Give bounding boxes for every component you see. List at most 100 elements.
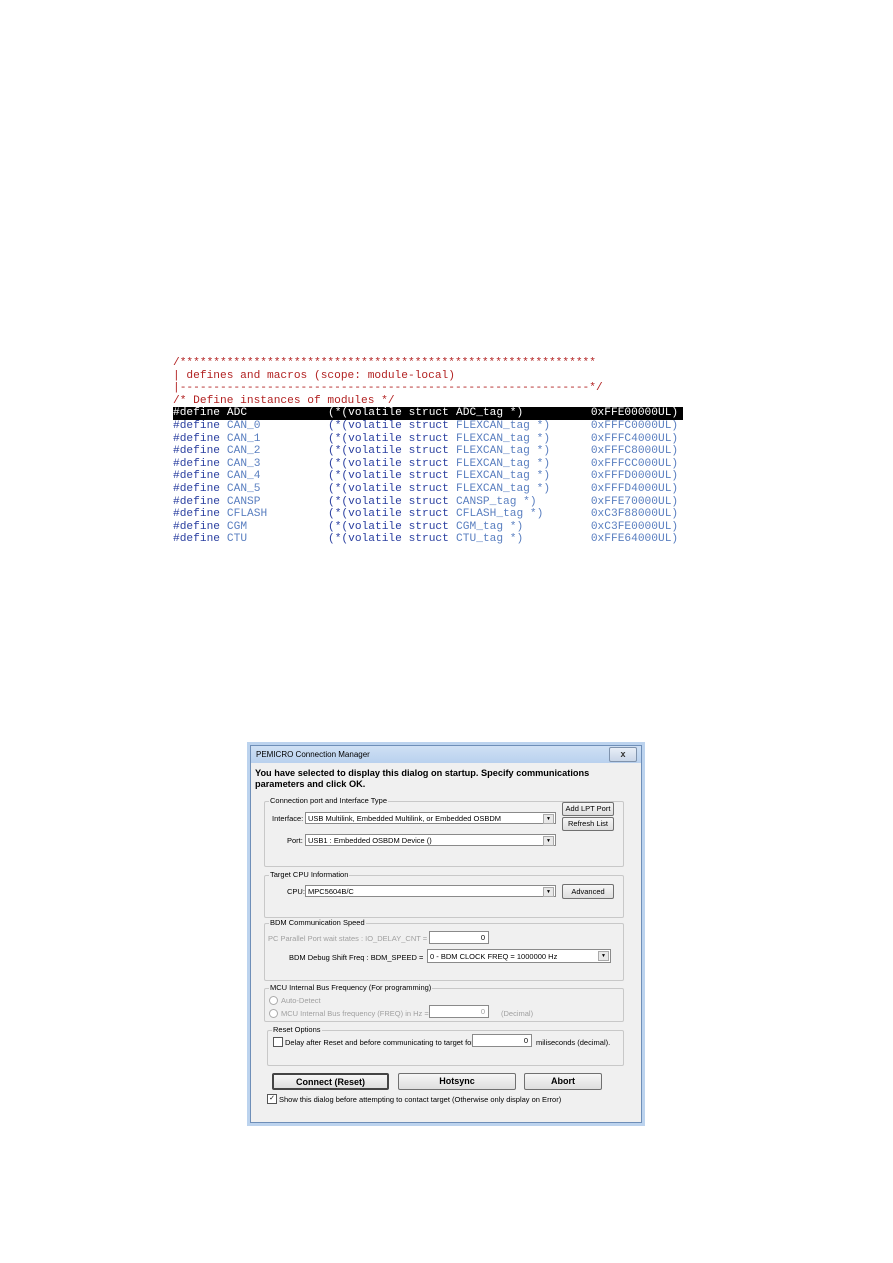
define-name: CAN_2 [226, 445, 261, 458]
define-name: CAN_1 [226, 432, 261, 445]
define-addr: 0xC3F88000UL) [590, 508, 679, 521]
define-kw: #define [173, 445, 220, 458]
define-name: CFLASH [226, 508, 268, 521]
define-kw: #define [173, 407, 220, 420]
comment-line: /***************************************… [173, 357, 596, 369]
auto-detect-radio[interactable] [269, 996, 278, 1005]
define-tag: CGM_tag *) [456, 520, 524, 533]
define-addr: 0xFFFC4000UL) [590, 432, 679, 445]
define-addr: 0xFFFCC000UL) [590, 457, 679, 470]
dialog-heading: You have selected to display this dialog… [255, 768, 590, 789]
interface-select[interactable]: USB Multilink, Embedded Multilink, or Em… [305, 812, 556, 824]
reset-delay-label: Delay after Reset and before communicati… [285, 1038, 474, 1047]
define-line: #define CAN_2 (*(volatile struct FLEXCAN_ta… [173, 445, 683, 458]
close-button[interactable]: x [609, 747, 637, 762]
define-name: CAN_3 [226, 457, 261, 470]
define-kw: #define [173, 520, 220, 533]
define-line: #define CAN_5 (*(volatile struct FLEXCAN_ta… [173, 483, 683, 496]
define-addr: 0xFFFD4000UL) [590, 482, 679, 495]
chevron-down-icon: ▼ [598, 951, 609, 961]
define-addr: 0xFFE00000UL) [590, 407, 679, 420]
define-addr: 0xFFFC8000UL) [590, 445, 679, 458]
define-cast-kw: (*(volatile struct [328, 482, 449, 495]
define-name: CAN_4 [226, 470, 261, 483]
define-line: #define CANSP (*(volatile struct CANSP_tag … [173, 496, 683, 509]
code-listing: /***************************************… [173, 357, 683, 546]
define-name: CAN_5 [226, 482, 261, 495]
define-tag: FLEXCAN_tag *) [456, 470, 551, 483]
manual-frequency-radio[interactable] [269, 1009, 278, 1018]
define-addr: 0xFFFD0000UL) [590, 470, 679, 483]
define-tag: FLEXCAN_tag *) [456, 419, 551, 432]
add-lpt-port-button[interactable]: Add LPT Port [562, 802, 614, 816]
io-delay-label: PC Parallel Port wait states : IO_DELAY_… [268, 934, 428, 943]
group-legend: Reset Options [272, 1025, 322, 1034]
define-tag: FLEXCAN_tag *) [456, 445, 551, 458]
define-kw: #define [173, 482, 220, 495]
define-tag: FLEXCAN_tag *) [456, 457, 551, 470]
define-line: #define CAN_0 (*(volatile struct FLEXCAN_ta… [173, 420, 683, 433]
define-cast-kw: (*(volatile struct [328, 445, 449, 458]
define-cast-kw: (*(volatile struct [328, 508, 449, 521]
define-cast-kw: (*(volatile struct [328, 407, 449, 420]
interface-value: USB Multilink, Embedded Multilink, or Em… [308, 814, 501, 823]
define-line: #define CAN_3 (*(volatile struct FLEXCAN_ta… [173, 458, 683, 471]
dialog-title: PEMICRO Connection Manager [256, 750, 370, 759]
group-legend: Connection port and Interface Type [269, 796, 389, 805]
define-line: #define ADC (*(volatile struct ADC_tag *) 0x… [173, 407, 683, 420]
define-tag: CFLASH_tag *) [456, 508, 544, 521]
define-name: CAN_0 [226, 419, 261, 432]
interface-label: Interface: [272, 814, 304, 823]
reset-delay-checkbox[interactable] [273, 1037, 283, 1047]
pemicro-connection-dialog: PEMICRO Connection Manager x You have se… [250, 745, 642, 1123]
connect-reset-button[interactable]: Connect (Reset) [272, 1073, 389, 1090]
port-select[interactable]: USB1 : Embedded OSBDM Device () ▼ [305, 834, 556, 846]
frequency-input[interactable]: 0 [429, 1005, 489, 1018]
define-kw: #define [173, 508, 220, 521]
define-kw: #define [173, 419, 220, 432]
reset-options-group: Reset Options [267, 1025, 624, 1066]
comment-line: | defines and macros (scope: module-loca… [173, 369, 455, 382]
define-kw: #define [173, 533, 220, 546]
define-addr: 0xFFE70000UL) [590, 495, 679, 508]
define-line: #define CGM (*(volatile struct CGM_tag *) 0x… [173, 521, 683, 534]
define-tag: ADC_tag *) [456, 407, 524, 420]
define-cast-kw: (*(volatile struct [328, 533, 449, 546]
define-tag: FLEXCAN_tag *) [456, 482, 551, 495]
reset-delay-input[interactable]: 0 [472, 1034, 532, 1047]
define-line: #define CAN_4 (*(volatile struct FLEXCAN_ta… [173, 470, 683, 483]
io-delay-input[interactable]: 0 [429, 931, 489, 944]
define-cast-kw: (*(volatile struct [328, 495, 449, 508]
define-line: #define CTU (*(volatile struct CTU_tag *) 0x… [173, 533, 683, 546]
cpu-select[interactable]: MPC5604B/C ▼ [305, 885, 556, 897]
show-dialog-checkbox[interactable]: ✓ [267, 1094, 277, 1104]
auto-detect-label: Auto-Detect [281, 996, 321, 1005]
define-kw: #define [173, 457, 220, 470]
define-cast-kw: (*(volatile struct [328, 470, 449, 483]
group-legend: Target CPU Information [269, 870, 350, 879]
define-tag: CANSP_tag *) [456, 495, 537, 508]
define-kw: #define [173, 470, 220, 483]
bdm-speed-label: BDM Debug Shift Freq : BDM_SPEED = [289, 953, 424, 962]
comment-line: /* Define instances of modules */ [173, 394, 395, 407]
define-addr: 0xC3FE0000UL) [590, 520, 679, 533]
bdm-speed-select[interactable]: 0 - BDM CLOCK FREQ = 1000000 Hz ▼ [427, 949, 611, 963]
document-page: /***************************************… [0, 0, 893, 1263]
define-tag: FLEXCAN_tag *) [456, 432, 551, 445]
advanced-button[interactable]: Advanced [562, 884, 614, 899]
comment-line: |---------------------------------------… [173, 382, 603, 395]
show-dialog-label: Show this dialog before attempting to co… [279, 1095, 562, 1104]
chevron-down-icon: ▼ [543, 836, 554, 846]
define-cast-kw: (*(volatile struct [328, 432, 449, 445]
abort-button[interactable]: Abort [524, 1073, 602, 1090]
chevron-down-icon: ▼ [543, 887, 554, 897]
refresh-list-button[interactable]: Refresh List [562, 817, 614, 831]
define-name: ADC [226, 407, 248, 420]
cpu-value: MPC5604B/C [308, 887, 354, 896]
define-tag: CTU_tag *) [456, 533, 524, 546]
define-line: #define CFLASH (*(volatile struct CFLASH_ta… [173, 508, 683, 521]
chevron-down-icon: ▼ [543, 814, 554, 824]
hotsync-button[interactable]: Hotsync [398, 1073, 516, 1090]
define-cast-kw: (*(volatile struct [328, 457, 449, 470]
define-name: CANSP [226, 495, 261, 508]
